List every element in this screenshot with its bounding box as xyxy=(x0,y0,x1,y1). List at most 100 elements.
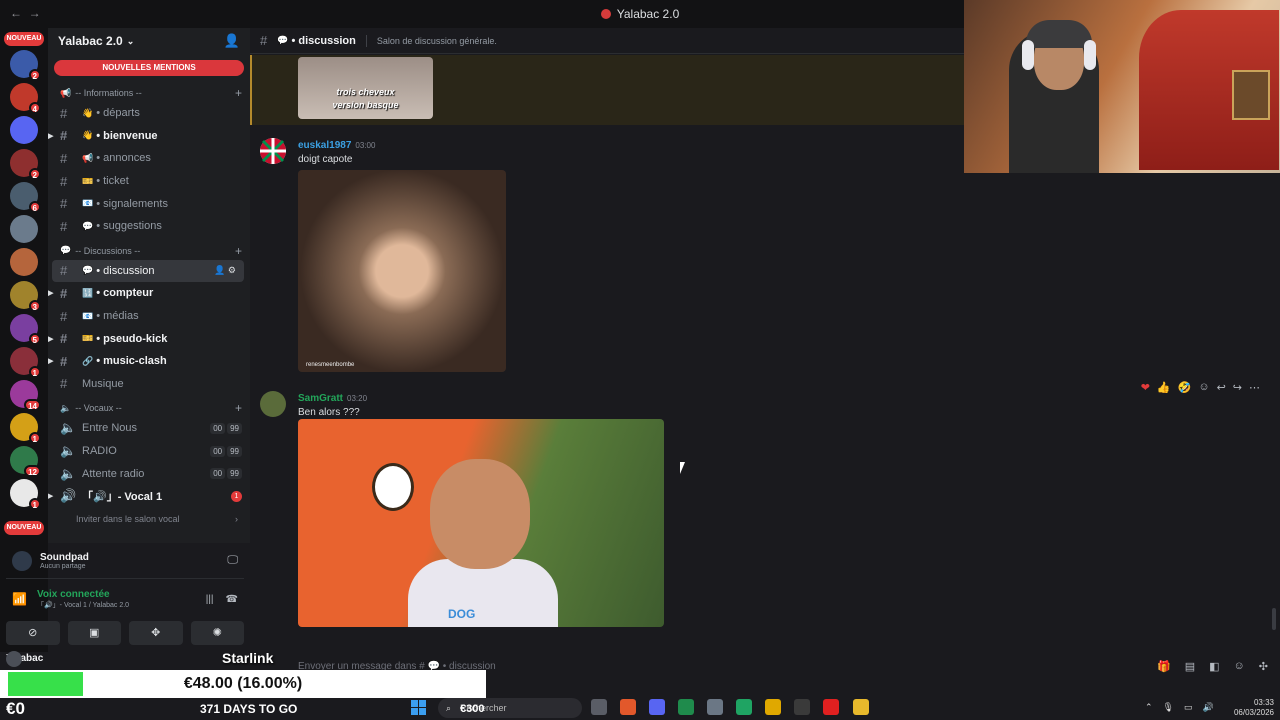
invite-voice-link[interactable]: Inviter dans le salon vocal › xyxy=(48,508,250,530)
channel-item[interactable]: ▶ # 🔗 • music-clash xyxy=(48,350,250,373)
channel-item[interactable]: 🔈 RADIO 00 99 xyxy=(48,440,250,463)
guild-header[interactable]: Yalabac 2.0 ⌄ 👤 xyxy=(48,28,250,54)
activities-button[interactable]: ✥ xyxy=(129,621,183,645)
server-icon[interactable]: 6 xyxy=(10,182,41,213)
category-informations[interactable]: 📢 -- Informations -- + xyxy=(48,84,250,102)
message-author[interactable]: SamGratt 03:20 xyxy=(298,393,367,404)
channel-item[interactable]: 🔈 Attente radio 00 99 xyxy=(48,462,250,485)
server-badge: 1 xyxy=(28,498,41,510)
server-icon[interactable]: 1 xyxy=(10,479,41,510)
server-icon[interactable]: 1 xyxy=(10,413,41,444)
noise-suppression-icon[interactable]: ||| xyxy=(206,594,214,605)
channel-emoji: 🎫 xyxy=(82,175,94,186)
server-icon[interactable]: 12 xyxy=(10,446,41,477)
message-author[interactable]: euskal1987 03:00 xyxy=(298,140,375,151)
channel-description[interactable]: Salon de discussion générale. xyxy=(377,36,497,46)
server-icon[interactable]: 1 xyxy=(10,347,41,378)
youtube-icon[interactable] xyxy=(823,699,839,715)
camera-off-button[interactable]: ⊘ xyxy=(6,621,60,645)
screen-share-icon[interactable]: 🖵 xyxy=(227,554,238,567)
channel-item[interactable]: # 📧 • signalements xyxy=(48,192,250,215)
voice-channel-name: 「🔊」- Vocal 1 xyxy=(82,491,163,504)
system-clock[interactable]: 03:33 06/03/2026 xyxy=(1224,698,1274,718)
speaker-icon: 🔊 xyxy=(60,488,77,504)
discord-icon[interactable] xyxy=(649,699,665,715)
voice-channel-vocal1[interactable]: ▶ 🔊 「🔊」- Vocal 1 1 xyxy=(48,485,250,508)
clock-date: 06/03/2026 xyxy=(1233,708,1274,717)
emoji-icon[interactable]: ☺ xyxy=(1234,660,1245,673)
brave-browser-icon[interactable] xyxy=(620,699,636,715)
thumbs-up-reaction-icon[interactable]: 👍 xyxy=(1157,381,1171,394)
add-channel-icon[interactable]: + xyxy=(235,244,242,258)
more-options-icon[interactable]: ⋯ xyxy=(1249,381,1260,394)
voice-connected[interactable]: 📶 Voix connectée 「🔊」- Vocal 1 / Yalabac … xyxy=(6,579,244,619)
server-icon[interactable] xyxy=(10,215,38,243)
add-channel-icon[interactable]: + xyxy=(235,401,242,415)
message-image[interactable]: DOG xyxy=(298,419,664,627)
file-explorer-icon[interactable] xyxy=(853,699,869,715)
reply-icon[interactable]: ↩ xyxy=(1217,381,1226,394)
channel-item[interactable]: 🔈 Entre Nous 00 99 xyxy=(48,417,250,440)
category-vocaux[interactable]: 🔈 -- Vocaux -- + xyxy=(48,399,250,417)
settings-icon[interactable] xyxy=(707,699,723,715)
speaker-icon: 🔈 xyxy=(60,420,77,436)
user-count: 00 xyxy=(210,422,226,434)
channel-item[interactable]: # Musique xyxy=(48,373,250,396)
channel-item[interactable]: # 💬 • discussion 👤 ⚙ xyxy=(52,259,244,283)
gift-icon[interactable]: 🎁 xyxy=(1157,660,1171,673)
user-info[interactable]: Yalabac xyxy=(6,650,43,667)
channel-item[interactable]: # 🎫 • ticket xyxy=(48,170,250,193)
network-icon[interactable]: ▭ xyxy=(1184,702,1193,713)
channel-item[interactable]: # 📧 • médias xyxy=(48,305,250,328)
app-icon[interactable] xyxy=(678,699,694,715)
channel-name: • bienvenue xyxy=(96,129,158,142)
server-icon[interactable]: 2 xyxy=(10,149,41,180)
heart-reaction-icon[interactable]: ❤ xyxy=(1141,381,1150,394)
channel-item[interactable]: ▶ # 🔢 • compteur xyxy=(48,282,250,305)
server-icon[interactable]: 5 xyxy=(10,314,41,345)
server-icon[interactable] xyxy=(10,116,38,144)
channel-item[interactable]: # 📢 • annonces xyxy=(48,147,250,170)
channel-item[interactable]: ▶ # 👋 • bienvenue xyxy=(48,125,250,148)
app-icon[interactable] xyxy=(765,699,781,715)
screen-share-button[interactable]: ▣ xyxy=(67,621,121,645)
chevron-up-icon[interactable]: ⌃ xyxy=(1145,702,1153,713)
windows-start-icon[interactable] xyxy=(411,700,426,715)
add-reaction-icon[interactable]: ☺ xyxy=(1198,381,1209,394)
scrollbar[interactable] xyxy=(1272,608,1276,630)
server-icon[interactable]: 3 xyxy=(10,281,41,312)
message-image[interactable]: trois cheveux version basque xyxy=(298,57,433,119)
forward-icon[interactable]: ↪ xyxy=(1233,381,1242,394)
server-icon[interactable]: 14 xyxy=(10,380,41,411)
channel-item[interactable]: # 👋 • départs xyxy=(48,102,250,125)
sticker-icon[interactable]: ◧ xyxy=(1209,660,1219,673)
message-image[interactable]: renesmeenbombe xyxy=(298,170,506,372)
avatar[interactable] xyxy=(260,138,286,164)
channel-settings-icon[interactable]: 👤 ⚙ xyxy=(214,265,236,276)
gif-icon[interactable]: ▤ xyxy=(1185,660,1195,673)
avatar[interactable] xyxy=(260,391,286,417)
soundpad-activity[interactable]: Soundpad Aucun partage 🖵 xyxy=(6,543,244,579)
add-channel-icon[interactable]: + xyxy=(235,86,242,100)
server-icon[interactable] xyxy=(10,248,38,276)
unread-indicator-icon: ▶ xyxy=(48,335,54,343)
spreadsheet-icon[interactable] xyxy=(736,699,752,715)
obs-icon[interactable] xyxy=(794,699,810,715)
microphone-icon[interactable]: 🎙 xyxy=(1163,702,1174,713)
disconnect-icon[interactable]: ☎ xyxy=(226,594,238,605)
category-discussions[interactable]: 💬 -- Discussions -- + xyxy=(48,242,250,260)
apps-icon[interactable]: ✣ xyxy=(1259,660,1268,673)
new-mentions-button[interactable]: NOUVELLES MENTIONS xyxy=(54,60,244,76)
server-icon[interactable]: 4 xyxy=(10,83,41,114)
message-time: 03:00 xyxy=(355,141,376,150)
message-actions: ❤ 👍 🤣 ☺ ↩ ↪ ⋯ xyxy=(1141,381,1260,394)
soundboard-button[interactable]: ✺ xyxy=(190,621,244,645)
volume-icon[interactable]: 🔊 xyxy=(1203,702,1214,713)
channel-item[interactable]: # 💬 • suggestions xyxy=(48,215,250,238)
channel-item[interactable]: ▶ # 🎫 • pseudo-kick xyxy=(48,327,250,350)
laughing-reaction-icon[interactable]: 🤣 xyxy=(1178,381,1192,394)
server-icon[interactable]: 2 xyxy=(10,50,41,81)
task-view-icon[interactable] xyxy=(591,699,607,715)
back-arrow-icon[interactable]: ← → xyxy=(10,6,41,20)
invite-user-icon[interactable]: 👤 xyxy=(224,33,240,49)
